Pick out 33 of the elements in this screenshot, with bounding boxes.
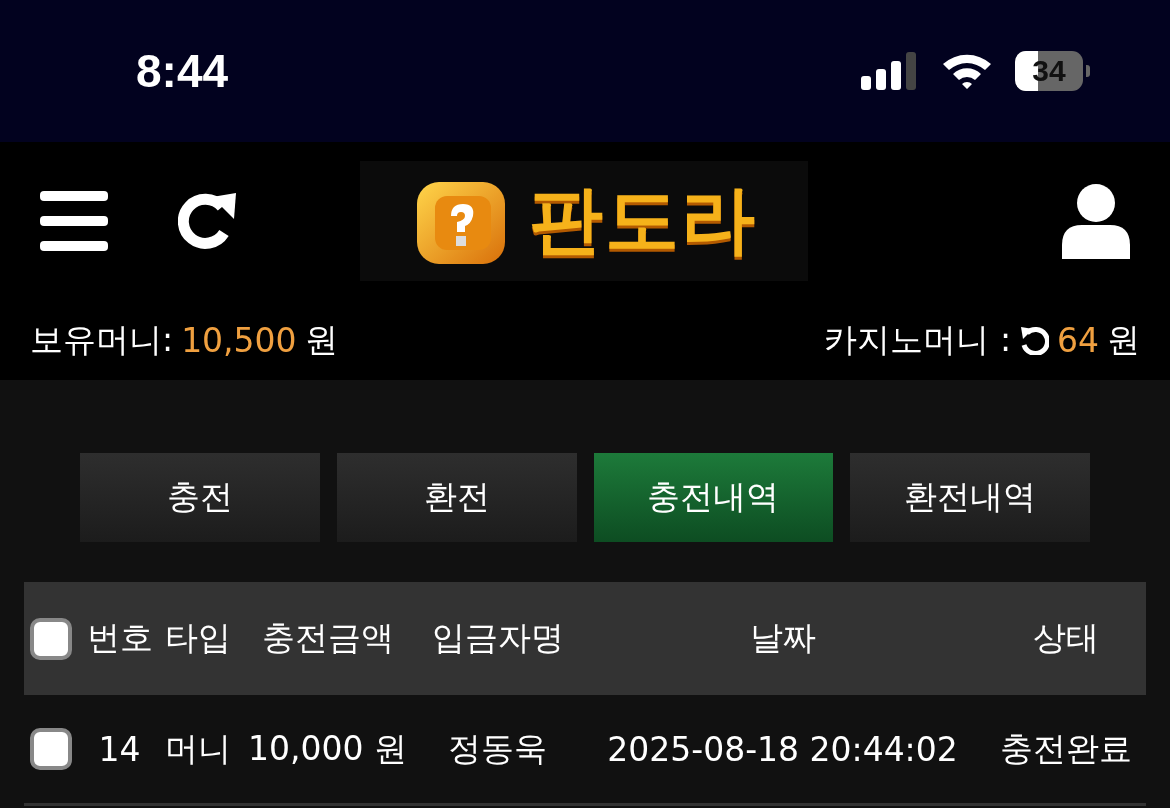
table-cell-text: 10,000 원: [247, 727, 408, 770]
column-header: 상태: [1031, 617, 1100, 659]
tab[interactable]: 충전: [80, 453, 320, 542]
tab[interactable]: 환전: [336, 453, 577, 542]
checkbox[interactable]: [30, 728, 72, 770]
currency-unit: 원: [1107, 318, 1140, 361]
column-header: 번호: [85, 617, 154, 659]
checkbox[interactable]: [30, 617, 72, 660]
logo[interactable]: 판도라: [360, 161, 808, 281]
column-header: 충전금액: [260, 617, 395, 659]
table-cell-text: 정동욱: [447, 727, 548, 770]
column-header: 타입: [163, 617, 232, 659]
table-cell-text: 머니: [163, 727, 232, 770]
refresh-icon[interactable]: [1019, 325, 1049, 355]
table-cell-text: 충전완료: [998, 727, 1133, 770]
logo-text: 판도라: [529, 175, 757, 264]
balance-label: 보유머니:: [30, 318, 174, 361]
user-icon[interactable]: [1062, 183, 1130, 259]
casino-balance-label: 카지노머니 :: [824, 318, 1011, 361]
balance-amount: 10,500: [181, 320, 297, 360]
wifi-icon: [941, 52, 993, 90]
status-time: 8:44: [136, 44, 230, 98]
column-header: 입금자명: [430, 617, 565, 659]
tab[interactable]: 환전내역: [850, 453, 1090, 542]
casino-balance-amount: 64: [1057, 320, 1099, 360]
table-cell-text: 2025-08-18 20:44:02: [606, 729, 959, 769]
column-header: 날짜: [748, 617, 817, 659]
refresh-icon[interactable]: [178, 193, 238, 249]
table-cell-text: 14: [97, 729, 142, 769]
signal-icon: [861, 52, 919, 90]
tab[interactable]: 충전내역: [593, 453, 834, 542]
menu-icon[interactable]: [40, 191, 108, 251]
currency-unit: 원: [304, 318, 338, 361]
